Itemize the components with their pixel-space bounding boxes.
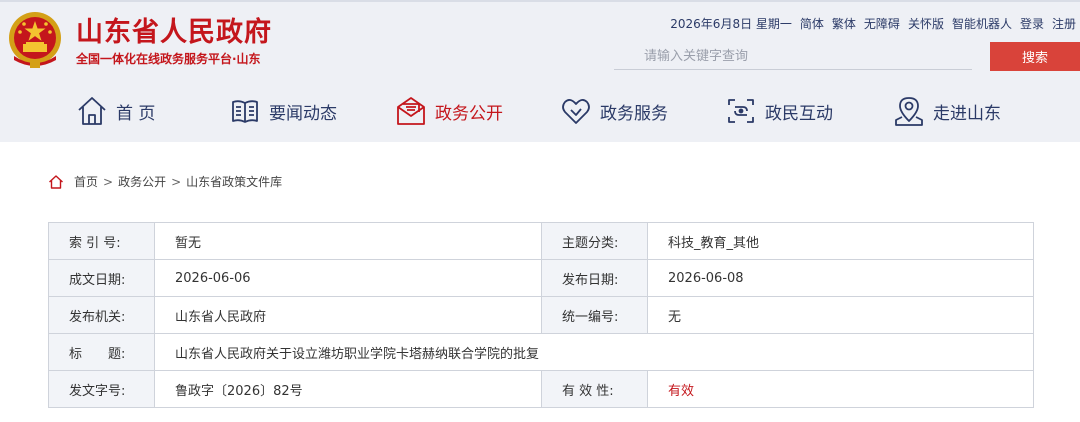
breadcrumb-separator: > bbox=[103, 174, 114, 189]
nav-label: 走进山东 bbox=[933, 103, 1001, 124]
topic-value: 科技_教育_其他 bbox=[647, 222, 1034, 260]
link-robot[interactable]: 智能机器人 bbox=[952, 15, 1012, 32]
topic-label: 主题分类: bbox=[541, 222, 648, 260]
mail-icon bbox=[397, 97, 425, 125]
header: 山东省人民政府 全国一体化在线政务服务平台·山东 2026年6月8日 星期一 简… bbox=[0, 0, 1080, 142]
nav-item-about-shandong[interactable]: 走进山东 bbox=[893, 88, 1001, 134]
publish-date-label: 发布日期: bbox=[541, 259, 648, 297]
table-row: 索 引 号: 暂无 主题分类: 科技_教育_其他 bbox=[48, 222, 1034, 260]
validity-label: 有 效 性: bbox=[541, 370, 648, 408]
link-accessibility[interactable]: 无障碍 bbox=[864, 15, 900, 32]
unified-no-label: 统一编号: bbox=[541, 296, 648, 334]
written-date-label: 成文日期: bbox=[48, 259, 155, 297]
validity-value: 有效 bbox=[647, 370, 1034, 408]
link-traditional[interactable]: 繁体 bbox=[832, 15, 856, 32]
link-register[interactable]: 注册 bbox=[1052, 15, 1076, 32]
table-row: 标 题: 山东省人民政府关于设立潍坊职业学院卡塔赫纳联合学院的批复 bbox=[48, 333, 1034, 371]
publish-date-value: 2026-06-08 bbox=[647, 259, 1034, 297]
breadcrumb-home[interactable]: 首页 bbox=[74, 173, 98, 190]
nav-label: 首 页 bbox=[116, 103, 156, 124]
nav-item-gov-affairs[interactable]: 政务公开 bbox=[395, 88, 503, 134]
nav-label: 要闻动态 bbox=[269, 103, 337, 124]
interact-icon bbox=[728, 99, 754, 123]
title-label: 标 题: bbox=[48, 333, 155, 371]
doc-no-value: 鲁政字〔2026〕82号 bbox=[154, 370, 542, 408]
book-icon bbox=[232, 100, 258, 123]
heart-icon bbox=[562, 99, 590, 124]
breadcrumb-policy-library[interactable]: 山东省政策文件库 bbox=[186, 173, 282, 190]
title-value: 山东省人民政府关于设立潍坊职业学院卡塔赫纳联合学院的批复 bbox=[154, 333, 1034, 371]
issuer-value: 山东省人民政府 bbox=[154, 296, 542, 334]
home-icon bbox=[49, 174, 63, 189]
issuer-label: 发布机关: bbox=[48, 296, 155, 334]
index-no-label: 索 引 号: bbox=[48, 222, 155, 260]
table-row: 成文日期: 2026-06-06 发布日期: 2026-06-08 bbox=[48, 259, 1034, 297]
breadcrumb-separator: > bbox=[171, 174, 182, 189]
nav-item-home[interactable]: 首 页 bbox=[76, 88, 155, 134]
location-icon bbox=[895, 97, 923, 126]
nav-label: 政务公开 bbox=[435, 103, 503, 124]
link-login[interactable]: 登录 bbox=[1020, 15, 1044, 32]
unified-no-value: 无 bbox=[647, 296, 1034, 334]
breadcrumb-gov-affairs[interactable]: 政务公开 bbox=[118, 173, 166, 190]
top-links: 2026年6月8日 星期一 简体 繁体 无障碍 关怀版 智能机器人 登录 注册 bbox=[670, 15, 1076, 32]
site-title[interactable]: 山东省人民政府 bbox=[76, 10, 272, 49]
main-nav: 首 页 要闻动态 政务公开 政务服务 政民互动 走进山东 bbox=[0, 88, 1080, 134]
link-elderly-mode[interactable]: 关怀版 bbox=[908, 15, 944, 32]
top-divider bbox=[0, 0, 1080, 2]
table-row: 发文字号: 鲁政字〔2026〕82号 有 效 性: 有效 bbox=[48, 370, 1034, 408]
table-row: 发布机关: 山东省人民政府 统一编号: 无 bbox=[48, 296, 1034, 334]
nav-label: 政民互动 bbox=[765, 103, 833, 124]
nav-item-gov-services[interactable]: 政务服务 bbox=[560, 88, 668, 134]
written-date-value: 2026-06-06 bbox=[154, 259, 542, 297]
document-metadata-table: 索 引 号: 暂无 主题分类: 科技_教育_其他 成文日期: 2026-06-0… bbox=[48, 222, 1034, 408]
search-input[interactable] bbox=[614, 44, 972, 70]
home-icon bbox=[78, 97, 106, 125]
link-simplified[interactable]: 简体 bbox=[800, 15, 824, 32]
breadcrumb: 首页 > 政务公开 > 山东省政策文件库 bbox=[48, 173, 282, 190]
current-date: 2026年6月8日 星期一 bbox=[670, 17, 792, 31]
nav-label: 政务服务 bbox=[600, 103, 668, 124]
nav-item-news[interactable]: 要闻动态 bbox=[229, 88, 337, 134]
site-subtitle[interactable]: 全国一体化在线政务服务平台·山东 bbox=[76, 50, 261, 67]
doc-no-label: 发文字号: bbox=[48, 370, 155, 408]
national-emblem-icon bbox=[9, 12, 61, 68]
search-button[interactable]: 搜索 bbox=[990, 42, 1080, 71]
nav-item-interaction[interactable]: 政民互动 bbox=[725, 88, 833, 134]
index-no-value: 暂无 bbox=[154, 222, 542, 260]
